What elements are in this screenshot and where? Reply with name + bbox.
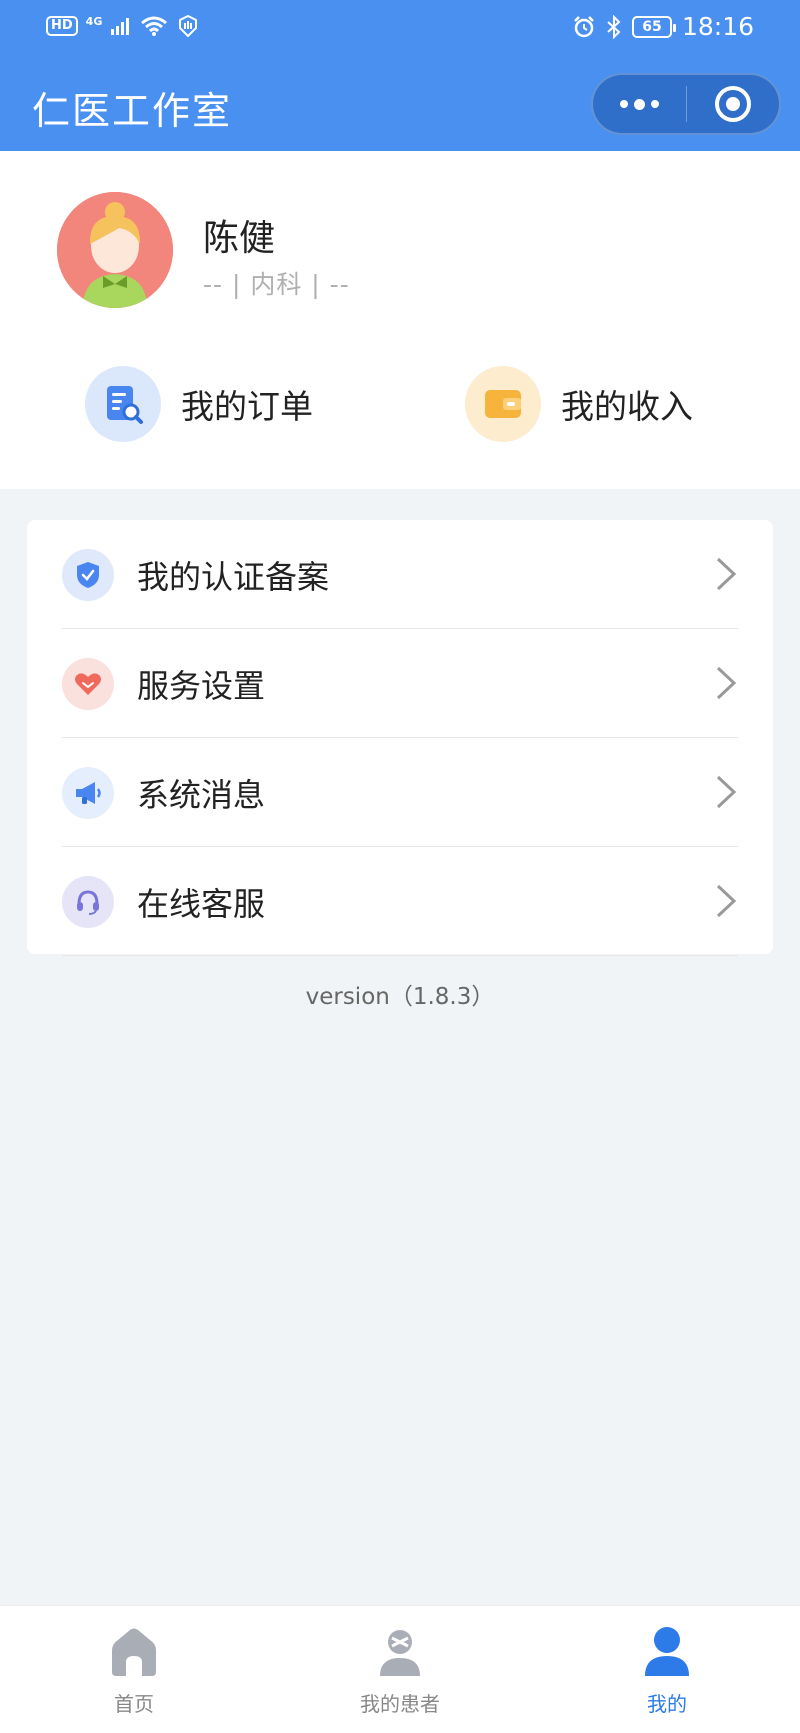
more-menu-button[interactable] [593, 75, 686, 133]
menu-item-system-messages[interactable]: 系统消息 [62, 738, 738, 847]
heart-icon [62, 657, 114, 710]
close-miniprogram-button[interactable] [686, 75, 779, 133]
profile-section: 陈健 -- | 内科 | -- 我的订单 我的收入 [0, 151, 800, 489]
miniprogram-capsule [591, 73, 781, 135]
shield-check-icon [62, 548, 114, 601]
megaphone-icon [62, 766, 114, 819]
menu-item-label: 我的认证备案 [137, 557, 330, 596]
doctor-department: -- | 内科 | -- [203, 270, 350, 299]
tab-mine[interactable]: 我的 [597, 1606, 737, 1733]
wallet-icon [465, 366, 541, 442]
battery-indicator: 65 [631, 15, 676, 38]
chevron-right-icon [716, 557, 737, 591]
doctor-name: 陈健 [203, 218, 276, 259]
doctor-avatar-icon [57, 192, 173, 308]
menu-item-certification[interactable]: 我的认证备案 [62, 520, 738, 629]
status-time: 18:16 [681, 12, 754, 41]
menu-item-label: 服务设置 [137, 666, 266, 705]
more-dot-icon [633, 98, 645, 110]
hd-badge: HD [46, 16, 78, 36]
top-bar: HD 4G 65 18:16 仁医工作室 [0, 0, 800, 151]
settings-menu: 我的认证备案 服务设置 系统消息 在线客服 [27, 520, 773, 956]
status-right: 65 18:16 [572, 12, 754, 41]
app-title: 仁医工作室 [32, 89, 233, 133]
my-income-label: 我的收入 [561, 387, 693, 426]
menu-item-online-support[interactable]: 在线客服 [62, 847, 738, 956]
home-icon [112, 1628, 156, 1676]
my-orders-label: 我的订单 [181, 387, 313, 426]
patients-icon [380, 1630, 420, 1676]
menu-item-label: 在线客服 [137, 884, 266, 923]
status-bar: HD 4G 65 18:16 [0, 0, 800, 58]
bluetooth-icon [607, 14, 621, 39]
hand-icon [179, 14, 198, 38]
chevron-right-icon [716, 884, 737, 918]
alarm-icon [574, 15, 594, 37]
more-dot-icon [619, 100, 628, 108]
my-orders-button[interactable]: 我的订单 [85, 366, 313, 442]
person-icon [645, 1627, 689, 1676]
chevron-right-icon [716, 666, 737, 700]
tab-label: 首页 [114, 1692, 154, 1716]
bottom-tab-bar: 首页 我的患者 我的 [0, 1605, 800, 1733]
tab-label: 我的 [647, 1692, 687, 1716]
network-type: 4G [85, 14, 103, 28]
status-left: HD 4G [46, 14, 200, 38]
target-icon [714, 86, 751, 122]
wifi-icon [141, 16, 168, 36]
tab-home[interactable]: 首页 [64, 1606, 204, 1733]
menu-item-label: 系统消息 [137, 775, 266, 814]
divider [62, 955, 738, 956]
my-income-button[interactable]: 我的收入 [465, 366, 693, 442]
chevron-right-icon [716, 775, 737, 809]
tab-label: 我的患者 [360, 1692, 440, 1716]
more-dot-icon [650, 100, 659, 108]
signal-icon [111, 18, 130, 35]
tab-my-patients[interactable]: 我的患者 [330, 1606, 470, 1733]
order-search-icon [85, 366, 161, 442]
page: HD 4G 65 18:16 仁医工作室 陈健 -- | 内科 | -- 我的订… [0, 0, 800, 1733]
menu-item-service-settings[interactable]: 服务设置 [62, 629, 738, 738]
app-version: version（1.8.3） [305, 984, 495, 1010]
avatar[interactable] [57, 192, 173, 308]
headset-icon [62, 875, 114, 928]
